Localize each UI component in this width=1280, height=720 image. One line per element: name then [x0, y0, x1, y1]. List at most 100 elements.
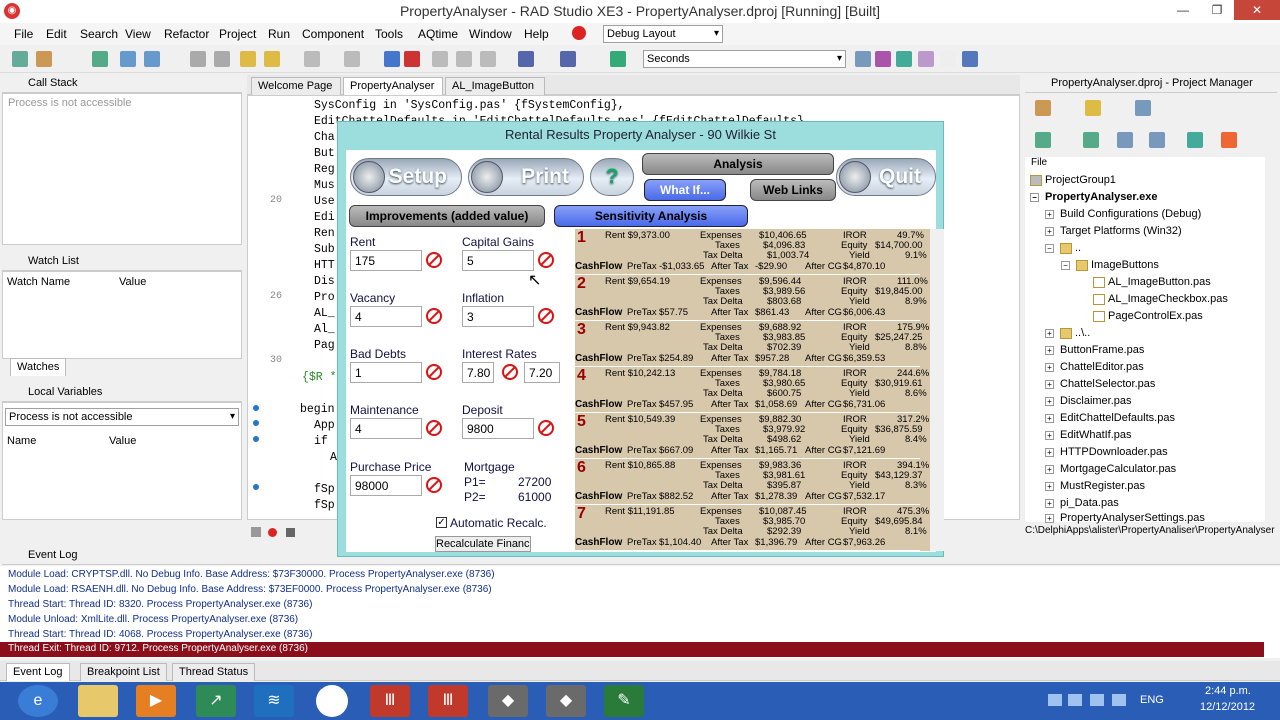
tree-node[interactable]: + EditWhatIf.pas: [1045, 429, 1132, 441]
trace-into-icon[interactable]: [432, 51, 448, 67]
new-icon[interactable]: [12, 51, 28, 67]
results-list[interactable]: 1 Rent $9,373.00 Expenses $10,406.65 Taxes $4…: [575, 229, 930, 551]
run-to-cursor-icon[interactable]: [480, 51, 496, 67]
watch-value-header[interactable]: Value: [119, 276, 146, 288]
pm-new-icon[interactable]: [1035, 100, 1051, 116]
print-icon[interactable]: [190, 51, 206, 67]
menu-aqtime[interactable]: AQtime: [418, 27, 458, 41]
tree-node[interactable]: AL_ImageCheckbox.pas: [1093, 293, 1228, 305]
tree-node[interactable]: + EditChattelDefaults.pas: [1045, 412, 1175, 424]
clear-icon[interactable]: [426, 308, 442, 324]
property-analyser-task-icon[interactable]: ✎: [604, 685, 644, 717]
tray-volume-icon[interactable]: [1112, 694, 1126, 706]
tree-node[interactable]: + Target Platforms (Win32): [1045, 225, 1182, 237]
menu-help[interactable]: Help: [524, 27, 549, 41]
result-row[interactable]: 6 Rent $10,865.88 Expenses $9,983.36 Taxes $3…: [575, 459, 929, 505]
clear-icon[interactable]: [426, 477, 442, 493]
pm-view-icon[interactable]: [1135, 100, 1151, 116]
result-row[interactable]: 1 Rent $9,373.00 Expenses $10,406.65 Taxes $4…: [575, 229, 927, 275]
menu-view[interactable]: View: [125, 27, 151, 41]
explorer-icon[interactable]: [78, 685, 118, 717]
save-all-icon[interactable]: [144, 51, 160, 67]
command-icon[interactable]: [940, 51, 956, 67]
pm-list-icon[interactable]: [1117, 132, 1133, 148]
results-scrollbar[interactable]: [930, 229, 944, 551]
rad-studio-icon[interactable]: Ⅲ: [370, 685, 410, 717]
log-line[interactable]: Thread Start: Thread ID: 8320. Process P…: [8, 599, 312, 610]
menu-window[interactable]: Window: [469, 27, 512, 41]
tab-watches[interactable]: Watches: [10, 358, 67, 376]
quit-button[interactable]: Quit: [836, 158, 936, 196]
open-project-icon[interactable]: [92, 51, 108, 67]
result-row[interactable]: 5 Rent $10,549.39 Expenses $9,882.30 Taxes $3…: [575, 413, 929, 459]
interest-rate-1-input[interactable]: 7.80: [462, 362, 494, 383]
auto-recalc-checkbox[interactable]: ✓: [436, 517, 447, 528]
clear-icon[interactable]: [502, 364, 518, 380]
step-icon[interactable]: [344, 51, 360, 67]
deploy-icon[interactable]: [610, 51, 626, 67]
setup-button[interactable]: Setup: [350, 158, 462, 196]
vacancy-input[interactable]: 4: [350, 306, 422, 327]
log-line[interactable]: Module Load: RSAENH.dll. No Debug Info. …: [8, 584, 492, 595]
ie-icon[interactable]: e: [18, 685, 58, 717]
clear-icon[interactable]: [426, 252, 442, 268]
menu-file[interactable]: File: [14, 27, 33, 41]
chart-app-icon[interactable]: ↗: [196, 685, 236, 717]
pm-scrollbar[interactable]: [1265, 172, 1277, 522]
breakpoint-dot[interactable]: [253, 420, 259, 426]
clear-icon[interactable]: [426, 420, 442, 436]
record-icon[interactable]: [268, 528, 277, 537]
menu-tools[interactable]: Tools: [375, 27, 403, 41]
stop-icon[interactable]: [404, 51, 420, 67]
improvements-button[interactable]: Improvements (added value): [349, 205, 545, 227]
forward-icon[interactable]: [560, 51, 576, 67]
help-globe-icon[interactable]: [572, 26, 586, 40]
sensitivity-button[interactable]: Sensitivity Analysis: [554, 205, 748, 227]
inflation-input[interactable]: 3: [462, 306, 534, 327]
tray-flag-icon[interactable]: [1048, 694, 1062, 706]
app-icon-1[interactable]: ◆: [488, 685, 528, 717]
purchase-price-input[interactable]: 98000: [350, 475, 422, 496]
selected-log-row[interactable]: Thread Exit: Thread ID: 9712. Process Pr…: [0, 642, 1264, 657]
print-setup-icon[interactable]: [214, 51, 230, 67]
close-icon[interactable]: ✕: [1234, 0, 1280, 20]
tray-signal-icon[interactable]: [1090, 694, 1104, 706]
menu-run[interactable]: Run: [268, 27, 290, 41]
tab-welcome-page[interactable]: Welcome Page: [251, 77, 341, 95]
menu-component[interactable]: Component: [302, 27, 364, 41]
deposit-input[interactable]: 9800: [462, 418, 534, 439]
minimize-icon[interactable]: —: [1166, 0, 1200, 20]
result-row[interactable]: 2 Rent $9,654.19 Expenses $9,596.44 Taxes $3,…: [575, 275, 928, 321]
tree-node[interactable]: AL_ImageButton.pas: [1093, 276, 1211, 288]
tab-property-analyser[interactable]: PropertyAnalyser: [343, 77, 443, 95]
tree-node[interactable]: + MortgageCalculator.pas: [1045, 463, 1176, 475]
run-icon[interactable]: [304, 51, 320, 67]
bad-debts-input[interactable]: 1: [350, 362, 422, 383]
rad-studio-2-icon[interactable]: Ⅲ: [428, 685, 468, 717]
locals-name-header[interactable]: Name: [7, 435, 36, 447]
clear-icon[interactable]: [538, 420, 554, 436]
analysis-button[interactable]: Analysis: [642, 153, 834, 175]
layout-combo[interactable]: Debug Layout: [603, 25, 723, 43]
tree-node[interactable]: PageControlEx.pas: [1093, 310, 1203, 322]
breakpoint-dot[interactable]: [253, 436, 259, 442]
tree-node[interactable]: ProjectGroup1: [1030, 174, 1116, 186]
tree-node[interactable]: −..: [1045, 242, 1081, 254]
help-button[interactable]: ?: [590, 158, 634, 196]
tab-event-log[interactable]: Event Log: [6, 663, 70, 681]
pm-open-icon[interactable]: [1085, 100, 1101, 116]
log-line[interactable]: Module Load: CRYPTSP.dll. No Debug Info.…: [8, 569, 495, 580]
media-player-icon[interactable]: ▶: [136, 685, 176, 717]
tree-node[interactable]: + HTTPDownloader.pas: [1045, 446, 1168, 458]
tab-al-imagebutton[interactable]: AL_ImageButton: [445, 77, 545, 95]
open-icon[interactable]: [36, 51, 52, 67]
pm-deploy-icon[interactable]: [1187, 132, 1203, 148]
tray-network-icon[interactable]: [1068, 694, 1082, 706]
tools-icon[interactable]: [918, 51, 934, 67]
tab-thread-status[interactable]: Thread Status: [172, 663, 256, 681]
add-file-icon[interactable]: [240, 51, 256, 67]
breakpoint-dot[interactable]: [253, 484, 259, 490]
units-combo[interactable]: Seconds: [643, 50, 846, 68]
log-line[interactable]: Thread Start: Thread ID: 4068. Process P…: [8, 629, 312, 640]
log-line[interactable]: Module Unload: XmlLite.dll. Process Prop…: [8, 614, 298, 625]
